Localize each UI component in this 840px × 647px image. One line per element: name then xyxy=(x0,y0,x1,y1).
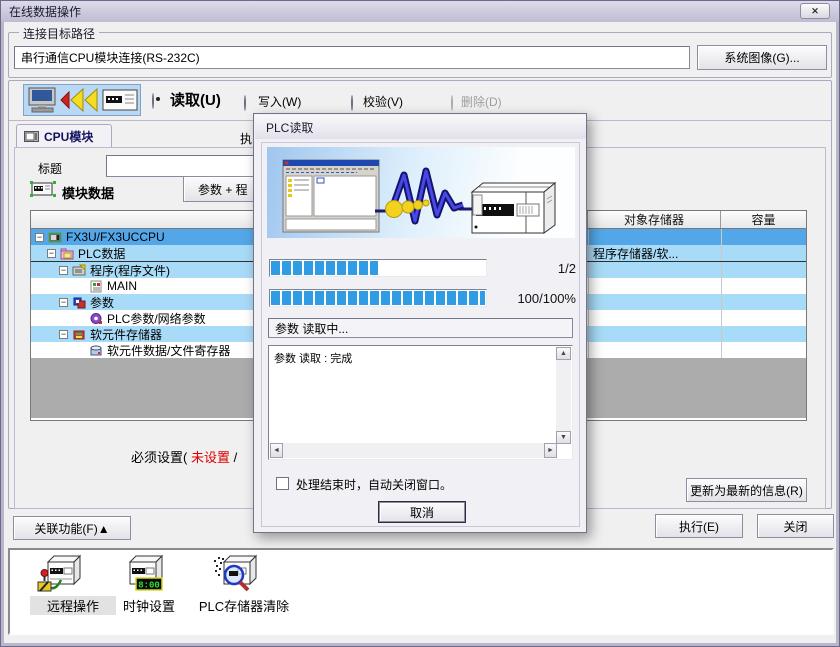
verify-radio-label[interactable]: 校验(V) xyxy=(363,93,403,110)
delete-radio-label[interactable]: 删除(D) xyxy=(461,93,502,110)
software-window-image xyxy=(283,160,379,232)
status-field: 参数 读取中... xyxy=(268,318,573,338)
svg-text:8:00: 8:00 xyxy=(138,581,160,591)
note-suffix: / xyxy=(230,450,237,465)
plc-read-dialog-titlebar[interactable]: PLC读取 xyxy=(255,115,586,139)
tab-cpu-module[interactable]: CPU模块 xyxy=(16,124,112,148)
header-capacity: 容量 xyxy=(721,211,806,228)
cpu-module-node-icon xyxy=(48,231,62,244)
required-setting-note: 必须设置( 未设置 / xyxy=(131,447,237,466)
transfer-illustration xyxy=(267,147,575,238)
header-target-memory: 对象存储器 xyxy=(588,211,721,228)
device-memory-folder-icon xyxy=(72,328,86,341)
program-folder-icon xyxy=(72,264,86,277)
online-data-operation-window: 在线数据操作 ✕ 连接目标路径 串行通信CPU模块连接(RS-232C) 系统图… xyxy=(0,0,840,647)
pc-to-plc-transfer-icon xyxy=(23,84,141,116)
tab-cpu-module-label: CPU模块 xyxy=(44,128,93,145)
connection-path-field[interactable]: 串行通信CPU模块连接(RS-232C) xyxy=(14,46,690,69)
title-bar[interactable]: 在线数据操作 xyxy=(1,1,839,22)
step-progress-fill xyxy=(271,261,378,275)
connection-path-label: 连接目标路径 xyxy=(19,25,99,42)
parameter-folder-icon xyxy=(72,296,86,309)
delete-radio[interactable] xyxy=(451,95,453,111)
read-radio-label[interactable]: 读取(U) xyxy=(170,89,221,110)
clock-setting-label[interactable]: 时钟设置 xyxy=(114,596,184,615)
verify-radio[interactable] xyxy=(351,95,353,111)
module-data-label: 模块数据 xyxy=(62,183,114,202)
refresh-info-button[interactable]: 更新为最新的信息(R) xyxy=(686,478,807,502)
device-data-icon xyxy=(89,344,103,357)
module-data-icon xyxy=(30,178,56,198)
system-image-button[interactable]: 系统图像(G)... xyxy=(697,45,827,70)
plc-data-folder-icon xyxy=(60,247,74,260)
comm-bolt-image xyxy=(375,171,473,221)
tree-collapse-icon[interactable]: − xyxy=(47,249,56,258)
total-progress-fill xyxy=(271,291,485,305)
auto-close-checkbox-label[interactable]: 处理结束时，自动关闭窗口。 xyxy=(296,476,452,493)
write-radio[interactable] xyxy=(244,95,246,111)
total-progress-bar xyxy=(269,289,487,307)
remote-operation-icon[interactable] xyxy=(36,552,82,594)
note-unset-value: 未设置 xyxy=(191,450,230,465)
plc-parameter-icon xyxy=(89,312,103,325)
plc-read-dialog: PLC读取 xyxy=(253,113,587,533)
plc-device-image xyxy=(472,183,555,233)
auto-close-checkbox[interactable] xyxy=(276,477,289,490)
program-file-icon xyxy=(89,280,103,293)
plc-memory-clear-label[interactable]: PLC存储器清除 xyxy=(196,596,292,615)
log-box[interactable]: 参数 读取 : 完成 ▲ ▼ ◄ ► xyxy=(268,345,573,460)
transfer-illustration-panel xyxy=(267,147,575,238)
clock-setting-icon[interactable]: 8:00 xyxy=(122,552,168,594)
total-progress-label: 100/100% xyxy=(486,291,576,306)
tree-collapse-icon[interactable]: − xyxy=(35,233,44,242)
remote-operation-label[interactable]: 远程操作 xyxy=(30,596,116,615)
cancel-button[interactable]: 取消 xyxy=(378,501,466,523)
execute-button[interactable]: 执行(E) xyxy=(655,514,743,538)
close-button[interactable]: 关闭 xyxy=(757,514,834,538)
read-radio[interactable] xyxy=(152,93,154,109)
scroll-up-icon[interactable]: ▲ xyxy=(556,347,571,360)
vertical-scrollbar[interactable]: ▲ ▼ xyxy=(556,347,571,444)
note-prefix: 必须设置( xyxy=(131,450,191,465)
log-text: 参数 读取 : 完成 xyxy=(274,350,352,366)
title-field-label: 标题 xyxy=(38,160,62,177)
plc-read-dialog-title: PLC读取 xyxy=(266,119,313,136)
close-window-button[interactable]: ✕ xyxy=(800,3,830,19)
scroll-left-icon[interactable]: ◄ xyxy=(270,443,283,458)
tree-collapse-icon[interactable]: − xyxy=(59,266,68,275)
connection-path-value: 串行通信CPU模块连接(RS-232C) xyxy=(21,49,200,66)
tree-collapse-icon[interactable]: − xyxy=(59,298,68,307)
scroll-down-icon[interactable]: ▼ xyxy=(556,431,571,444)
window-title: 在线数据操作 xyxy=(9,3,81,20)
scroll-right-icon[interactable]: ► xyxy=(544,443,557,458)
status-text: 参数 读取中... xyxy=(275,320,348,337)
step-progress-bar xyxy=(269,259,487,277)
write-radio-label[interactable]: 写入(W) xyxy=(258,93,301,110)
horizontal-scrollbar[interactable]: ◄ ► xyxy=(270,443,557,458)
partially-hidden-label: 执 xyxy=(240,130,252,147)
cpu-module-tab-icon xyxy=(24,131,39,142)
plc-memory-clear-icon[interactable] xyxy=(212,552,260,594)
related-functions-button[interactable]: 关联功能(F)▲ xyxy=(13,516,131,540)
tree-collapse-icon[interactable]: − xyxy=(59,330,68,339)
step-progress-label: 1/2 xyxy=(486,261,576,276)
